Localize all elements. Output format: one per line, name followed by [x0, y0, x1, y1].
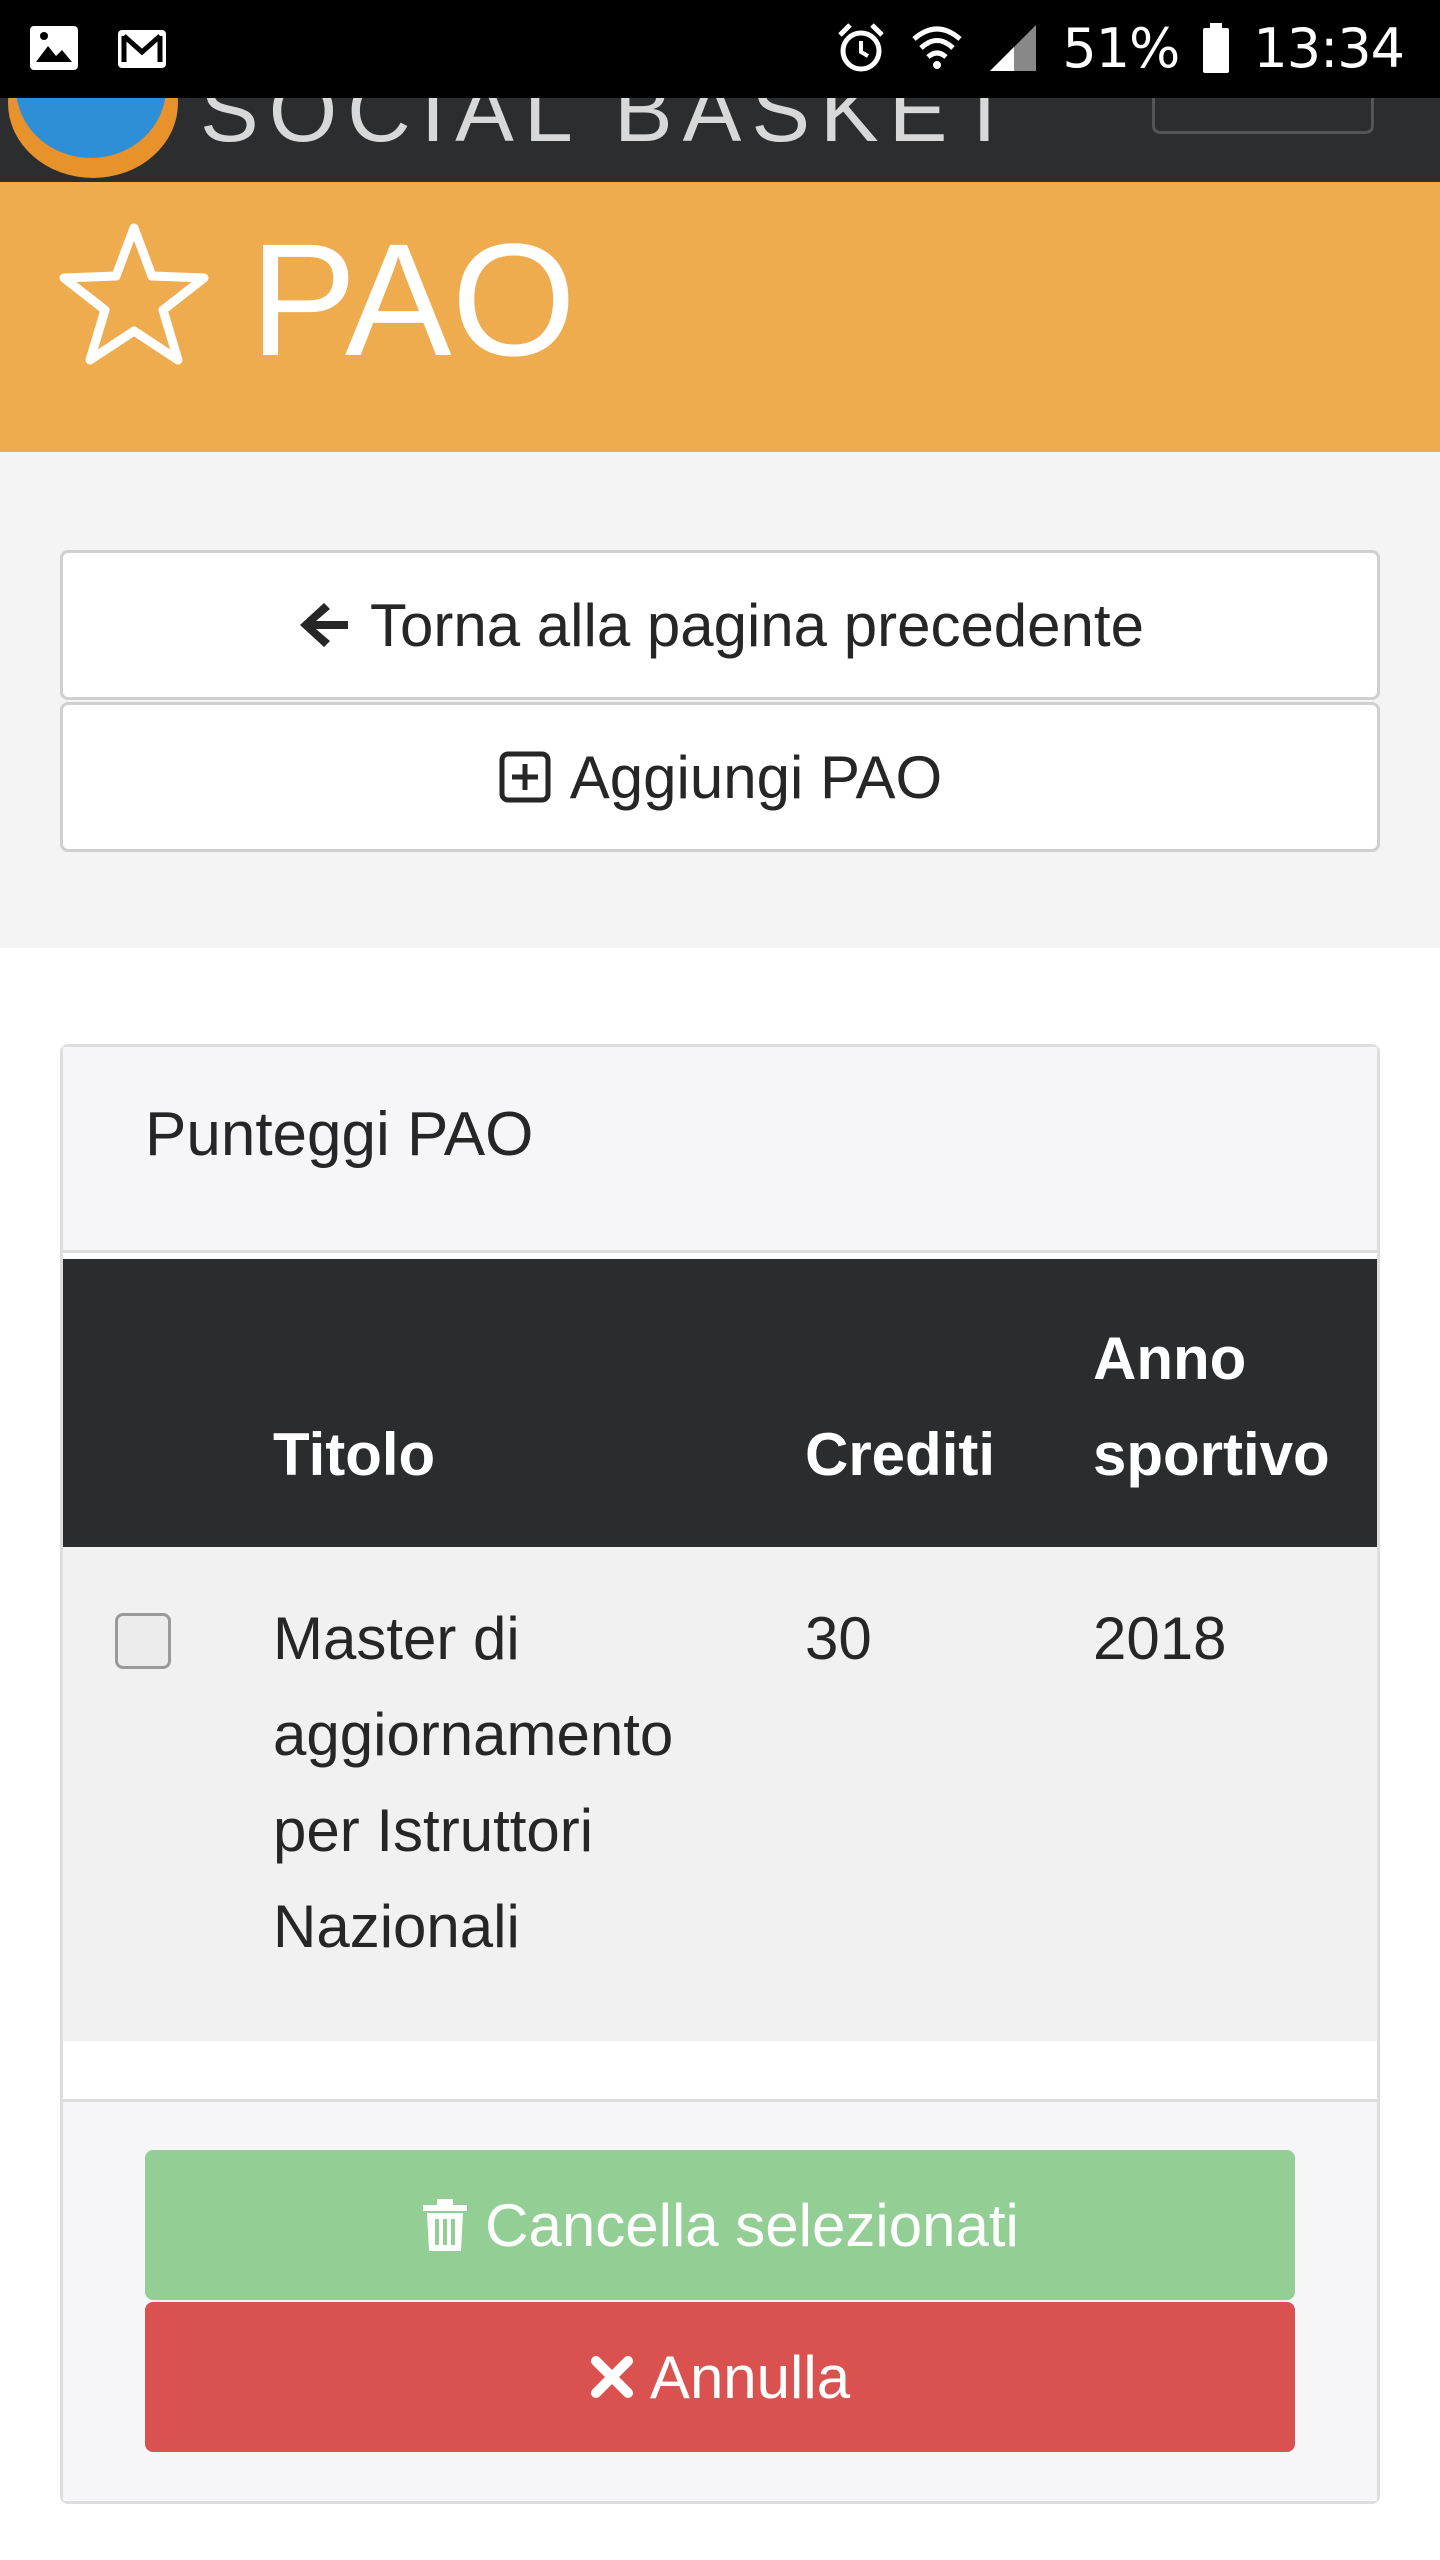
panel-heading: Punteggi PAO — [63, 1047, 1377, 1253]
star-icon — [59, 223, 209, 365]
delete-selected-button[interactable]: Cancella selezionati — [145, 2150, 1295, 2300]
panel-title: Punteggi PAO — [145, 1100, 534, 1169]
column-header-anno-line1: Anno — [1093, 1325, 1247, 1392]
alarm-icon — [838, 23, 885, 72]
plus-square-icon — [499, 751, 551, 803]
battery-percentage: 51% — [1062, 16, 1180, 80]
column-header-anno-line2: sportivo — [1093, 1421, 1330, 1488]
cancel-label: Annulla — [649, 2343, 851, 2411]
back-button[interactable]: Torna alla pagina precedente — [60, 550, 1380, 700]
cancel-button[interactable]: Annulla — [145, 2302, 1295, 2452]
row-titolo-line2: aggiornamento — [273, 1701, 674, 1768]
column-header-crediti: Crediti — [805, 1421, 996, 1488]
add-pao-button[interactable]: Aggiungi PAO — [60, 702, 1380, 852]
table-header: Titolo Crediti Anno sportivo — [63, 1259, 1377, 1547]
delete-selected-label: Cancella selezionati — [485, 2191, 1019, 2259]
row-titolo-line1: Master di — [273, 1605, 520, 1672]
panel-footer: Cancella selezionati Annulla — [63, 2099, 1377, 2501]
back-button-label: Torna alla pagina precedente — [370, 591, 1144, 659]
clock-time: 13:34 — [1253, 16, 1405, 80]
battery-icon — [1203, 23, 1230, 73]
app-navbar: SOCIAL BASKET — [0, 98, 1440, 182]
table-row: Master di aggiornamento per Istruttori N… — [63, 1547, 1377, 2041]
status-bar: 51% 13:34 — [0, 0, 1440, 98]
wifi-icon — [912, 26, 962, 69]
pao-panel: Punteggi PAO Titolo Crediti Anno sportiv… — [60, 1044, 1380, 2504]
signal-icon — [990, 25, 1037, 71]
page-title: PAO — [250, 210, 577, 389]
column-header-titolo: Titolo — [273, 1421, 436, 1488]
row-titolo-line4: Nazionali — [273, 1893, 520, 1960]
add-pao-button-label: Aggiungi PAO — [569, 743, 943, 811]
image-icon — [30, 26, 78, 70]
page-header: PAO — [0, 182, 1440, 452]
row-crediti: 30 — [805, 1605, 872, 1672]
row-titolo-line3: per Istruttori — [273, 1797, 594, 1864]
gmail-icon — [118, 30, 166, 68]
row-checkbox[interactable] — [115, 1613, 171, 1669]
arrow-left-icon — [300, 603, 349, 647]
nav-toggle-button[interactable] — [1152, 98, 1374, 134]
close-icon — [590, 2356, 633, 2398]
row-anno: 2018 — [1093, 1605, 1227, 1672]
app-logo-wordmark: SOCIAL BASKET — [200, 98, 1022, 160]
trash-icon — [423, 2199, 468, 2251]
actions-area: Torna alla pagina precedente Aggiungi PA… — [0, 452, 1440, 948]
